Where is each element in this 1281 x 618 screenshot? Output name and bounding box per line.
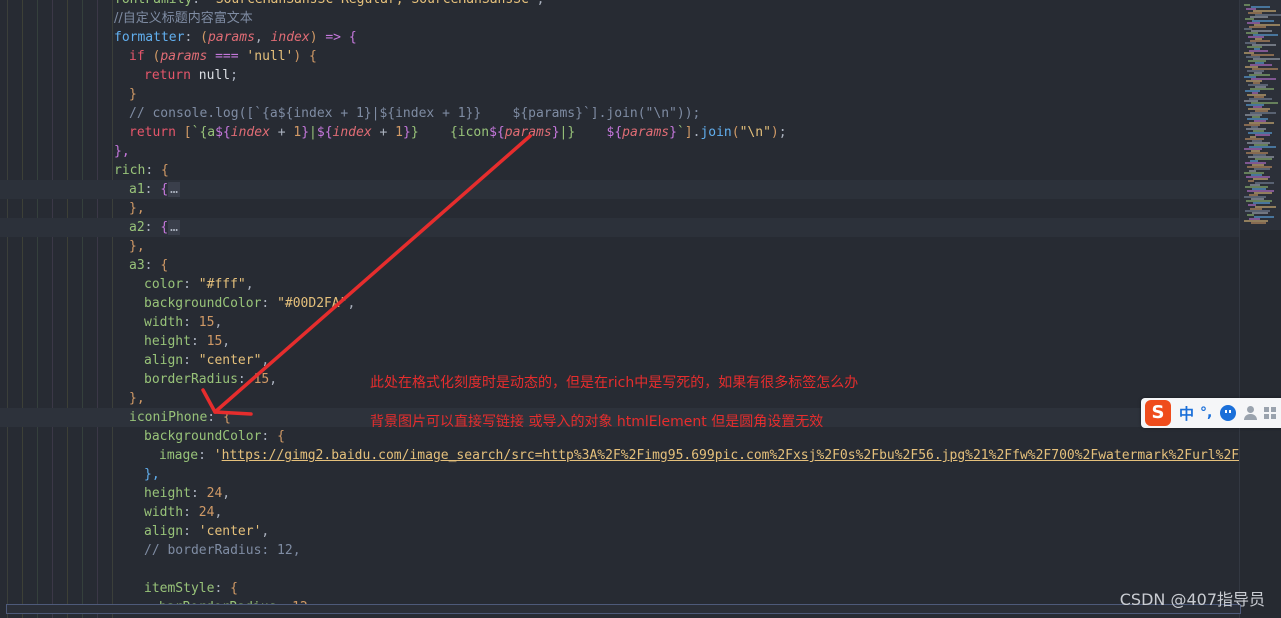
code-line-text: a1: {… <box>129 182 180 197</box>
annotation-text: 背景图片可以直接写链接 或导入的对象 htmlElement 但是圆角设置无效 <box>370 414 824 430</box>
code-line[interactable]: return null; <box>0 66 1240 85</box>
minimap-line <box>1252 212 1268 214</box>
code-line[interactable]: image: 'https://gimg2.baidu.com/image_se… <box>0 446 1255 465</box>
code-line-folded[interactable]: a1: {… <box>0 180 1240 199</box>
code-line[interactable]: }, <box>0 199 1240 218</box>
minimap-line <box>1248 180 1254 182</box>
watermark: CSDN @407指导员 <box>1119 590 1265 609</box>
code-line-text: align: 'center', <box>144 524 270 539</box>
code-comment: // borderRadius: 12, <box>144 543 301 558</box>
code-line-text: }, <box>114 144 130 159</box>
code-line[interactable]: backgroundColor: "#00D2FA", <box>0 294 1240 313</box>
code-line[interactable]: fontFamily: "SourceHanSansSC-Regular, So… <box>0 0 1240 9</box>
code-line[interactable]: align: 'center', <box>0 522 1240 541</box>
code-line-text: width: 15, <box>144 315 223 330</box>
code-line[interactable]: formatter: (params, index) => { <box>0 28 1240 47</box>
code-line-text: itemStyle: { <box>144 581 238 596</box>
code-line-text: backgroundColor: "#00D2FA", <box>144 296 356 311</box>
code-line-text: }, <box>129 201 145 216</box>
minimap-line <box>1255 134 1270 136</box>
code-line[interactable]: return [`{a${index + 1}|${index + 1}} {i… <box>0 123 1240 142</box>
code-line-text: fontFamily: "SourceHanSansSC-Regular, So… <box>114 0 545 7</box>
minimap-line <box>1251 222 1266 224</box>
code-line-text: image: 'https://gimg2.baidu.com/image_se… <box>159 448 1255 463</box>
code-line[interactable]: //自定义标题内容富文本 <box>0 9 1240 28</box>
code-line[interactable]: }, <box>0 465 1240 484</box>
code-line[interactable]: // borderRadius: 12, <box>0 541 1240 560</box>
code-line-text: }, <box>144 467 160 482</box>
code-line-text: width: 24, <box>144 505 223 520</box>
code-line-text: if (params === 'null') { <box>129 49 317 64</box>
code-line-folded[interactable]: a2: {… <box>0 218 1240 237</box>
code-line[interactable]: height: 15, <box>0 332 1240 351</box>
code-comment: //自定义标题内容富文本 <box>114 11 253 26</box>
code-line[interactable]: align: "center", <box>0 351 1240 370</box>
code-line[interactable]: if (params === 'null') { <box>0 47 1240 66</box>
code-line-text: return null; <box>144 68 238 83</box>
minimap-line <box>1254 168 1270 170</box>
code-line-text: rich: { <box>114 163 169 178</box>
ime-mode-toggle[interactable]: 中 <box>1179 403 1194 424</box>
minimap-line <box>1247 214 1254 216</box>
annotation-text: 此处在格式化刻度时是动态的，但是在rich中是写死的，如果有很多标签怎么办 <box>370 375 859 391</box>
code-line[interactable]: width: 15, <box>0 313 1240 332</box>
code-line[interactable]: a3: { <box>0 256 1240 275</box>
code-area[interactable]: fontFamily: "SourceHanSansSC-Regular, So… <box>0 0 1255 617</box>
sogou-logo-icon[interactable]: S <box>1145 400 1171 426</box>
code-line-text: formatter: (params, index) => { <box>114 30 357 45</box>
code-line[interactable]: rich: { <box>0 161 1240 180</box>
code-line[interactable]: }, <box>0 142 1240 161</box>
code-editor[interactable]: fontFamily: "SourceHanSansSC-Regular, So… <box>0 0 1281 618</box>
user-icon[interactable] <box>1244 405 1258 421</box>
code-line-text: color: "#fff", <box>144 277 254 292</box>
minimap[interactable] <box>1239 0 1281 618</box>
code-line[interactable]: }, <box>0 237 1240 256</box>
code-line-text: iconiPhone: { <box>129 410 231 425</box>
code-line-text: height: 15, <box>144 334 231 349</box>
code-line-text: a3: { <box>129 258 169 273</box>
code-line-empty[interactable] <box>0 560 1240 579</box>
code-line-text: } <box>129 87 137 102</box>
horizontal-scrollbar[interactable] <box>6 604 1241 614</box>
minimap-line <box>1244 4 1250 6</box>
code-line-text: backgroundColor: { <box>144 429 285 444</box>
toolbox-grid-icon[interactable] <box>1264 407 1277 419</box>
ime-punctuation-toggle[interactable]: °, <box>1200 405 1212 421</box>
code-line[interactable]: height: 24, <box>0 484 1240 503</box>
code-line[interactable]: color: "#fff", <box>0 275 1240 294</box>
code-line[interactable]: width: 24, <box>0 503 1240 522</box>
code-line[interactable]: } <box>0 85 1240 104</box>
code-line-text: height: 24, <box>144 486 231 501</box>
code-line[interactable]: itemStyle: { <box>0 579 1240 598</box>
ime-toolbar[interactable]: S 中 °, <box>1141 398 1281 428</box>
code-line-text: a2: {… <box>129 220 180 235</box>
code-line-text: }, <box>129 391 145 406</box>
code-line-text: borderRadius: 15, <box>144 372 278 387</box>
code-line[interactable]: // console.log([`{a${index + 1}|${index … <box>0 104 1240 123</box>
code-line-text: }, <box>129 239 145 254</box>
code-line-text: return [`{a${index + 1}|${index + 1}} {i… <box>129 125 787 140</box>
emoji-icon[interactable] <box>1220 405 1237 421</box>
code-comment: // console.log([`{a${index + 1}|${index … <box>129 106 701 121</box>
code-line-text: align: "center", <box>144 353 270 368</box>
minimap-line <box>1253 178 1268 180</box>
